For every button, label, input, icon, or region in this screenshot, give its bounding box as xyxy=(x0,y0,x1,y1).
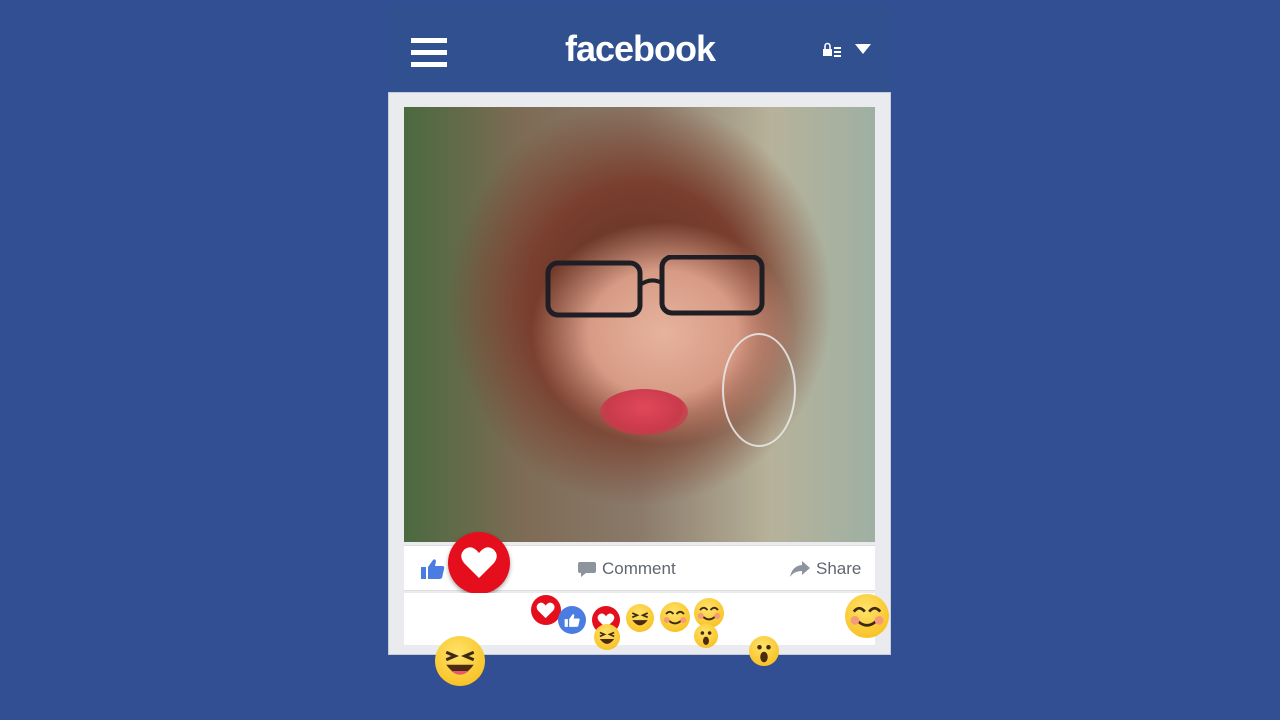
share-label: Share xyxy=(816,559,862,578)
facebook-logo: facebook xyxy=(564,28,716,69)
post-action-bar: Comment Share xyxy=(404,532,875,594)
earring-shape xyxy=(722,333,796,447)
like-thumb-icon[interactable] xyxy=(420,558,446,580)
like-reaction-icon xyxy=(558,606,586,634)
smile-reaction-icon xyxy=(660,602,690,632)
wow-reaction-icon xyxy=(694,624,718,648)
share-arrow-icon xyxy=(790,561,810,577)
lips-shape xyxy=(600,389,688,435)
glasses-shape xyxy=(545,255,765,318)
share-button[interactable]: Share xyxy=(790,558,861,580)
wow-reaction-icon xyxy=(749,636,779,666)
haha-reaction-icon xyxy=(435,636,485,686)
haha-reaction-icon xyxy=(594,624,620,650)
comment-button[interactable]: Comment xyxy=(578,558,676,580)
haha-reaction-icon xyxy=(626,604,654,632)
privacy-shortcuts-icon[interactable] xyxy=(822,42,842,58)
caret-down-icon[interactable] xyxy=(855,44,871,54)
app-header: facebook xyxy=(389,4,891,92)
love-reaction-icon xyxy=(531,595,561,625)
smile-reaction-icon xyxy=(845,594,889,638)
post-photo[interactable] xyxy=(404,107,875,542)
comment-label: Comment xyxy=(602,559,676,578)
love-heart-icon[interactable] xyxy=(448,532,510,594)
comment-icon xyxy=(578,562,596,577)
